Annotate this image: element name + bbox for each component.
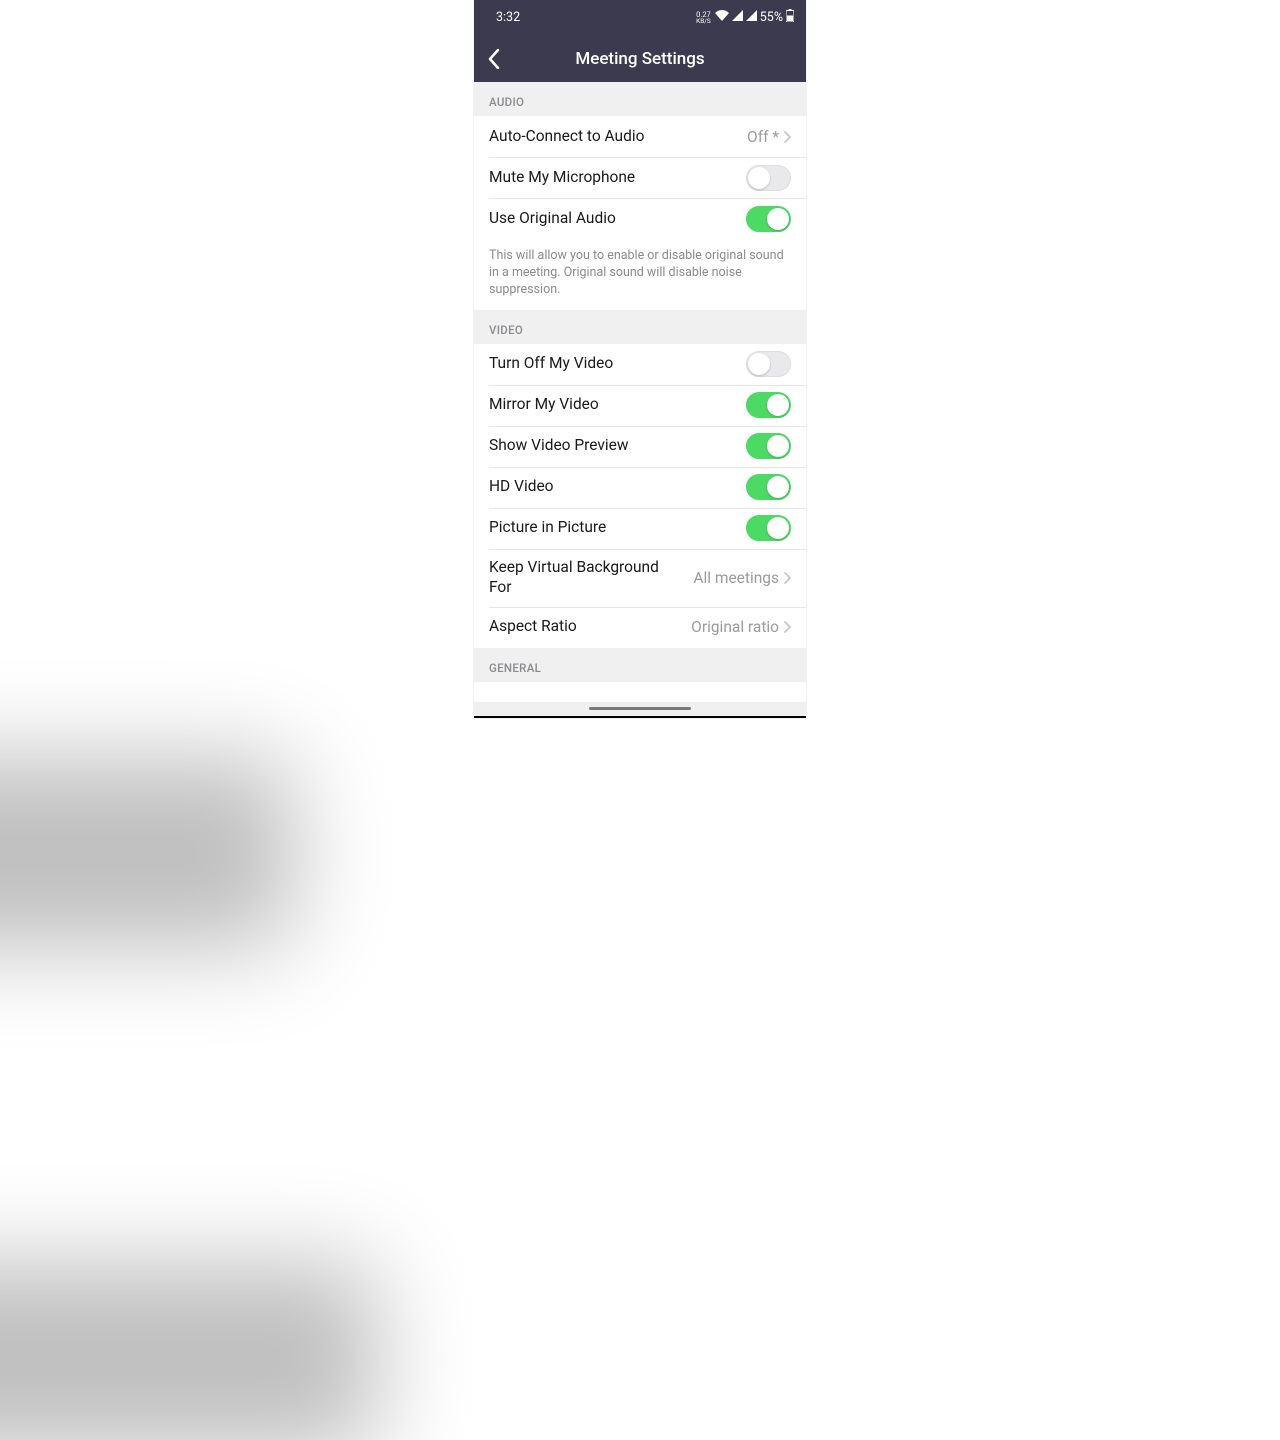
row-label: HD Video — [489, 468, 554, 505]
row-label: Use Original Audio — [489, 200, 616, 237]
row-auto-connect-audio[interactable]: Auto-Connect to Audio Off * — [474, 116, 806, 157]
row-hd-video: HD Video — [474, 467, 806, 508]
toggle-picture-in-picture[interactable] — [746, 515, 791, 541]
status-bar: 3:32 0.27 KB/S 55% — [474, 0, 806, 35]
section-header-general: GENERAL — [474, 648, 806, 682]
toggle-mute-microphone[interactable] — [746, 165, 791, 191]
page-title: Meeting Settings — [575, 49, 704, 69]
signal-icon — [732, 10, 743, 25]
row-turn-off-video: Turn Off My Video — [474, 344, 806, 385]
wifi-icon — [715, 10, 729, 25]
row-aspect-ratio[interactable]: Aspect Ratio Original ratio — [474, 607, 806, 648]
row-mirror-video: Mirror My Video — [474, 385, 806, 426]
phone-frame: 3:32 0.27 KB/S 55% Meeting Se — [474, 0, 806, 718]
chevron-left-icon — [488, 49, 500, 69]
section-header-audio: AUDIO — [474, 82, 806, 116]
chevron-right-icon — [784, 131, 791, 143]
row-label: Mirror My Video — [489, 386, 599, 423]
toggle-turn-off-video[interactable] — [746, 351, 791, 377]
home-indicator[interactable] — [589, 707, 691, 711]
row-value: All meetings — [693, 569, 779, 587]
row-label: Aspect Ratio — [489, 608, 577, 645]
row-video-preview: Show Video Preview — [474, 426, 806, 467]
network-speed: 0.27 KB/S — [696, 11, 711, 25]
bottom-bar — [474, 716, 806, 718]
toggle-hd-video[interactable] — [746, 474, 791, 500]
section-header-video: VIDEO — [474, 310, 806, 344]
back-button[interactable] — [474, 35, 516, 82]
status-time: 3:32 — [496, 10, 520, 25]
app-bar: Meeting Settings — [474, 35, 806, 82]
row-label: Mute My Microphone — [489, 159, 635, 196]
row-virtual-background[interactable]: Keep Virtual Background For All meetings — [474, 549, 806, 607]
row-picture-in-picture: Picture in Picture — [474, 508, 806, 549]
toggle-video-preview[interactable] — [746, 433, 791, 459]
chevron-right-icon — [784, 621, 791, 633]
chevron-right-icon — [784, 572, 791, 584]
row-label: Picture in Picture — [489, 509, 606, 546]
row-value: Off * — [747, 128, 779, 146]
toggle-mirror-video[interactable] — [746, 392, 791, 418]
row-original-audio: Use Original Audio — [474, 198, 806, 239]
original-audio-description: This will allow you to enable or disable… — [474, 239, 806, 310]
settings-content: AUDIO Auto-Connect to Audio Off * Mute M… — [474, 82, 806, 718]
row-label: Auto-Connect to Audio — [489, 118, 644, 155]
toggle-original-audio[interactable] — [746, 206, 791, 232]
row-mute-microphone: Mute My Microphone — [474, 157, 806, 198]
battery-icon — [786, 9, 794, 26]
row-value: Original ratio — [691, 618, 779, 636]
signal-icon-2 — [746, 10, 757, 25]
battery-percent: 55% — [760, 10, 783, 25]
row-label: Show Video Preview — [489, 427, 629, 464]
row-label: Turn Off My Video — [489, 345, 613, 382]
row-label: Keep Virtual Background For — [489, 549, 659, 606]
